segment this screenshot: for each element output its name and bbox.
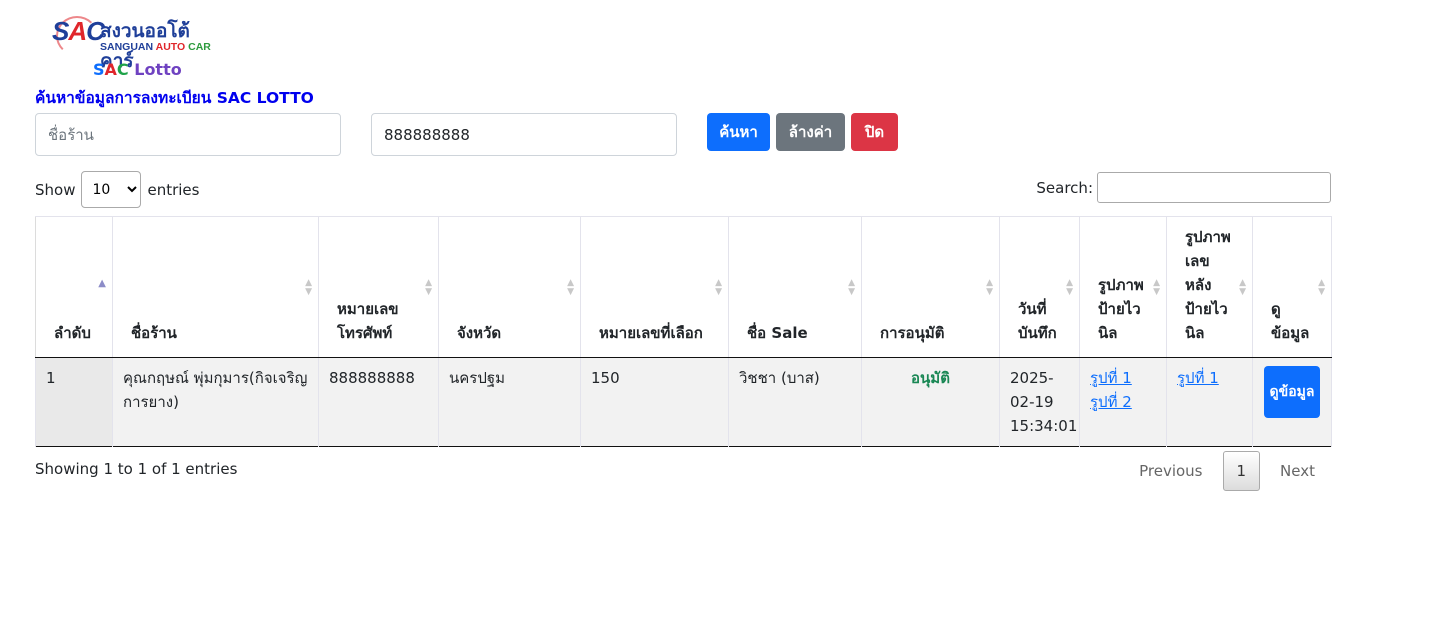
page-1-button[interactable]: 1 bbox=[1222, 451, 1261, 491]
page-title: ค้นหาข้อมูลการลงทะเบียน SAC LOTTO bbox=[35, 89, 314, 107]
sort-asc-icon: ▲ bbox=[98, 278, 106, 289]
logo: SAC สงวนออโต้คาร์ SANGUAN AUTO CAR bbox=[52, 14, 222, 72]
cell-date: 2025-02-19 15:34:01 bbox=[999, 357, 1080, 447]
col-header-shop[interactable]: ชื่อร้าน ▲ ▼ bbox=[112, 216, 319, 358]
table-search-input[interactable] bbox=[1097, 172, 1331, 203]
cell-no: 1 bbox=[35, 357, 113, 447]
registrations-table: ลำดับ ▲ ชื่อร้าน ▲ ▼ หมายเลขโทรศัพท์ ▲ ▼ จังห… bbox=[35, 216, 1332, 447]
logo-en-text: SANGUAN AUTO CAR bbox=[100, 41, 211, 53]
table-header-row: ลำดับ ▲ ชื่อร้าน ▲ ▼ หมายเลขโทรศัพท์ ▲ ▼ จังห… bbox=[35, 216, 1332, 358]
sort-icon: ▲ ▼ bbox=[1239, 278, 1246, 297]
cell-shop: คุณกฤษณ์ พุ่มกุมาร(กิจเจริญการยาง) bbox=[112, 357, 319, 447]
table-search-label: Search: bbox=[1036, 178, 1093, 197]
sort-icon: ▲ ▼ bbox=[567, 278, 574, 297]
cell-province: นครปฐม bbox=[438, 357, 581, 447]
view-details-button[interactable]: ดูข้อมูล bbox=[1264, 366, 1320, 418]
logo-mark: SAC bbox=[52, 16, 105, 46]
entries-length-select[interactable]: 10 bbox=[81, 171, 142, 208]
back-image-link-1[interactable]: รูปที่ 1 bbox=[1177, 366, 1242, 390]
col-header-phone[interactable]: หมายเลขโทรศัพท์ ▲ ▼ bbox=[318, 216, 439, 358]
cell-number: 150 bbox=[580, 357, 729, 447]
col-header-no[interactable]: ลำดับ ▲ bbox=[35, 216, 113, 358]
col-header-back-image[interactable]: รูปภาพเลขหลังป้ายไวนิล ▲ ▼ bbox=[1166, 216, 1253, 358]
show-label: Show bbox=[35, 180, 76, 199]
sort-icon: ▲ ▼ bbox=[848, 278, 855, 297]
next-page-button[interactable]: Next bbox=[1264, 452, 1331, 490]
col-header-date[interactable]: วันที่บันทึก ▲ ▼ bbox=[999, 216, 1080, 358]
cell-approval-status: อนุมัติ bbox=[861, 357, 1000, 447]
col-header-vinyl-image[interactable]: รูปภาพป้ายไวนิล ▲ ▼ bbox=[1079, 216, 1167, 358]
sort-icon: ▲ ▼ bbox=[1066, 278, 1073, 297]
sort-icon: ▲ ▼ bbox=[1318, 278, 1325, 297]
table-search-control: Search: bbox=[1036, 172, 1331, 203]
sort-icon: ▲ ▼ bbox=[715, 278, 722, 297]
pagination: Previous 1 Next bbox=[1123, 451, 1331, 491]
col-header-sale[interactable]: ชื่อ Sale ▲ ▼ bbox=[728, 216, 862, 358]
previous-page-button[interactable]: Previous bbox=[1123, 452, 1218, 490]
sort-icon: ▲ ▼ bbox=[425, 278, 432, 297]
cell-sale: วิชชา (บาส) bbox=[728, 357, 862, 447]
close-button[interactable]: ปิด bbox=[851, 113, 898, 151]
search-button[interactable]: ค้นหา bbox=[707, 113, 770, 151]
vinyl-image-link-1[interactable]: รูปที่ 1 bbox=[1090, 366, 1156, 390]
shop-name-input[interactable] bbox=[35, 113, 341, 156]
brand-lotto: SAC Lotto bbox=[93, 60, 182, 79]
col-header-view[interactable]: ดูข้อมูล ▲ ▼ bbox=[1252, 216, 1332, 358]
cell-vinyl-images: รูปที่ 1 รูปที่ 2 bbox=[1079, 357, 1167, 447]
sort-icon: ▲ ▼ bbox=[305, 278, 312, 297]
vinyl-image-link-2[interactable]: รูปที่ 2 bbox=[1090, 390, 1156, 414]
col-header-approval[interactable]: การอนุมัติ ▲ ▼ bbox=[861, 216, 1000, 358]
table-info: Showing 1 to 1 of 1 entries bbox=[35, 460, 238, 478]
cell-view: ดูข้อมูล bbox=[1252, 357, 1332, 447]
col-header-province[interactable]: จังหวัด ▲ ▼ bbox=[438, 216, 581, 358]
phone-input[interactable] bbox=[371, 113, 677, 156]
entries-label: entries bbox=[147, 180, 200, 199]
table-row: 1 คุณกฤษณ์ พุ่มกุมาร(กิจเจริญการยาง) 888… bbox=[35, 357, 1332, 447]
cell-back-images: รูปที่ 1 bbox=[1166, 357, 1253, 447]
sort-icon: ▲ ▼ bbox=[1153, 278, 1160, 297]
col-header-number[interactable]: หมายเลขที่เลือก ▲ ▼ bbox=[580, 216, 729, 358]
sort-icon: ▲ ▼ bbox=[986, 278, 993, 297]
cell-phone: 888888888 bbox=[318, 357, 439, 447]
clear-button[interactable]: ล้างค่า bbox=[776, 113, 845, 151]
entries-length-control: Show 10 entries bbox=[35, 171, 199, 208]
